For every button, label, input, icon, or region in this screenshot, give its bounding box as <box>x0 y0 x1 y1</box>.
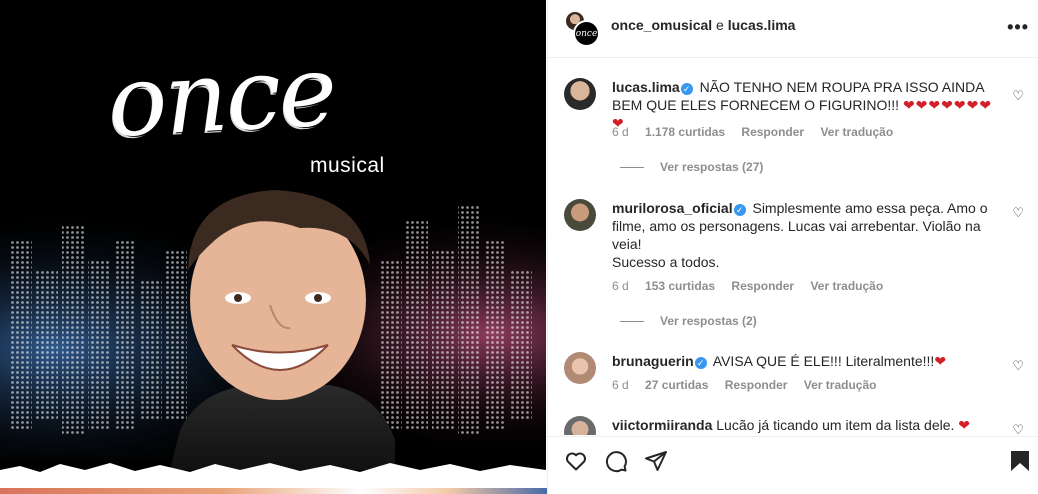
avatar[interactable] <box>564 199 596 231</box>
author-connector: e <box>716 17 724 33</box>
comment-body: brunaguerin ✓ AVISA QUE É ELE!!! Literalm… <box>612 352 1002 370</box>
post-actions-bar <box>548 436 1038 494</box>
reply-button[interactable]: Responder <box>741 125 804 139</box>
author-link[interactable]: lucas.lima <box>728 17 796 33</box>
avatar[interactable] <box>564 352 596 384</box>
heart-icon[interactable] <box>564 449 588 473</box>
comment-meta: 6 d 153 curtidas Responder Ver tradução <box>612 279 896 293</box>
poster-logo-musical: musical <box>310 154 385 177</box>
reply-button[interactable]: Responder <box>731 279 794 293</box>
poster-logo-once: once <box>105 34 338 160</box>
avatar[interactable] <box>564 78 596 110</box>
view-replies-label: Ver respostas (27) <box>660 160 764 174</box>
verified-icon: ✓ <box>680 83 693 95</box>
comment-icon[interactable] <box>604 449 628 473</box>
comment-body: murilorosa_oficial ✓ Simplesmente amo ess… <box>612 199 1002 271</box>
comments-list[interactable]: lucas.lima ✓ NÃO TENHO NEM ROUPA PRA ISSO… <box>548 59 1038 435</box>
comment-emoji: ❤ <box>958 417 972 433</box>
avatar[interactable] <box>564 416 596 435</box>
avatar: once <box>573 20 600 47</box>
bookmark-icon[interactable] <box>1009 449 1031 473</box>
comment-time[interactable]: 6 d <box>612 279 629 293</box>
comment-emoji: ❤ <box>934 353 948 369</box>
post-header: once once_omusical e lucas.lima ••• <box>548 0 1038 58</box>
comment-likes[interactable]: 27 curtidas <box>645 378 708 392</box>
comment: brunaguerin ✓ AVISA QUE É ELE!!! Literalm… <box>564 352 1024 412</box>
reply-button[interactable]: Responder <box>725 378 788 392</box>
verified-icon: ✓ <box>694 357 707 369</box>
view-replies-label: Ver respostas (2) <box>660 314 757 328</box>
translate-button[interactable]: Ver tradução <box>810 279 883 293</box>
like-comment-heart-icon[interactable]: ♡ <box>1012 358 1024 374</box>
like-comment-heart-icon[interactable]: ♡ <box>1012 88 1024 104</box>
comment: murilorosa_oficial ✓ Simplesmente amo ess… <box>564 199 1024 349</box>
comment-likes[interactable]: 153 curtidas <box>645 279 715 293</box>
post-authors: once_omusical e lucas.lima <box>611 17 795 33</box>
comment-meta: 6 d 1.178 curtidas Responder Ver traduçã… <box>612 125 906 139</box>
post-image[interactable]: once musical <box>0 0 546 494</box>
comment: lucas.lima ✓ NÃO TENHO NEM ROUPA PRA ISSO… <box>564 78 1024 218</box>
replies-divider <box>620 167 644 169</box>
comment-text-line2: Sucesso a todos. <box>612 254 720 270</box>
share-icon[interactable] <box>644 449 668 473</box>
view-replies-button[interactable]: Ver respostas (27) <box>620 160 763 174</box>
comment-text: Lucão já ticando um item da lista dele. <box>716 417 955 433</box>
comment-time[interactable]: 6 d <box>612 378 629 392</box>
comment-body: lucas.lima ✓ NÃO TENHO NEM ROUPA PRA ISSO… <box>612 78 1002 132</box>
author-link[interactable]: once_omusical <box>611 17 712 33</box>
verified-icon: ✓ <box>733 204 746 216</box>
comment: viictormiiranda Lucão já ticando um item… <box>564 416 1024 435</box>
comment-username[interactable]: lucas.lima <box>612 79 680 95</box>
collab-avatars[interactable]: once <box>564 10 600 47</box>
comment-username[interactable]: viictormiiranda <box>612 417 712 433</box>
view-replies-button[interactable]: Ver respostas (2) <box>620 314 757 328</box>
comment-body: viictormiiranda Lucão já ticando um item… <box>612 416 1002 434</box>
comment-time[interactable]: 6 d <box>612 125 629 139</box>
comment-text: AVISA QUE É ELE!!! Literalmente!!! <box>712 353 935 369</box>
replies-divider <box>620 321 644 323</box>
like-comment-heart-icon[interactable]: ♡ <box>1012 422 1024 435</box>
comment-username[interactable]: brunaguerin <box>612 353 694 369</box>
translate-button[interactable]: Ver tradução <box>804 378 877 392</box>
comment-likes[interactable]: 1.178 curtidas <box>645 125 725 139</box>
post-side-panel: once once_omusical e lucas.lima ••• luca… <box>547 0 1038 494</box>
more-horizontal-icon[interactable]: ••• <box>1007 17 1029 38</box>
comment-meta: 6 d 27 curtidas Responder Ver tradução <box>612 378 889 392</box>
comment-username[interactable]: murilorosa_oficial <box>612 200 733 216</box>
translate-button[interactable]: Ver tradução <box>820 125 893 139</box>
like-comment-heart-icon[interactable]: ♡ <box>1012 205 1024 221</box>
